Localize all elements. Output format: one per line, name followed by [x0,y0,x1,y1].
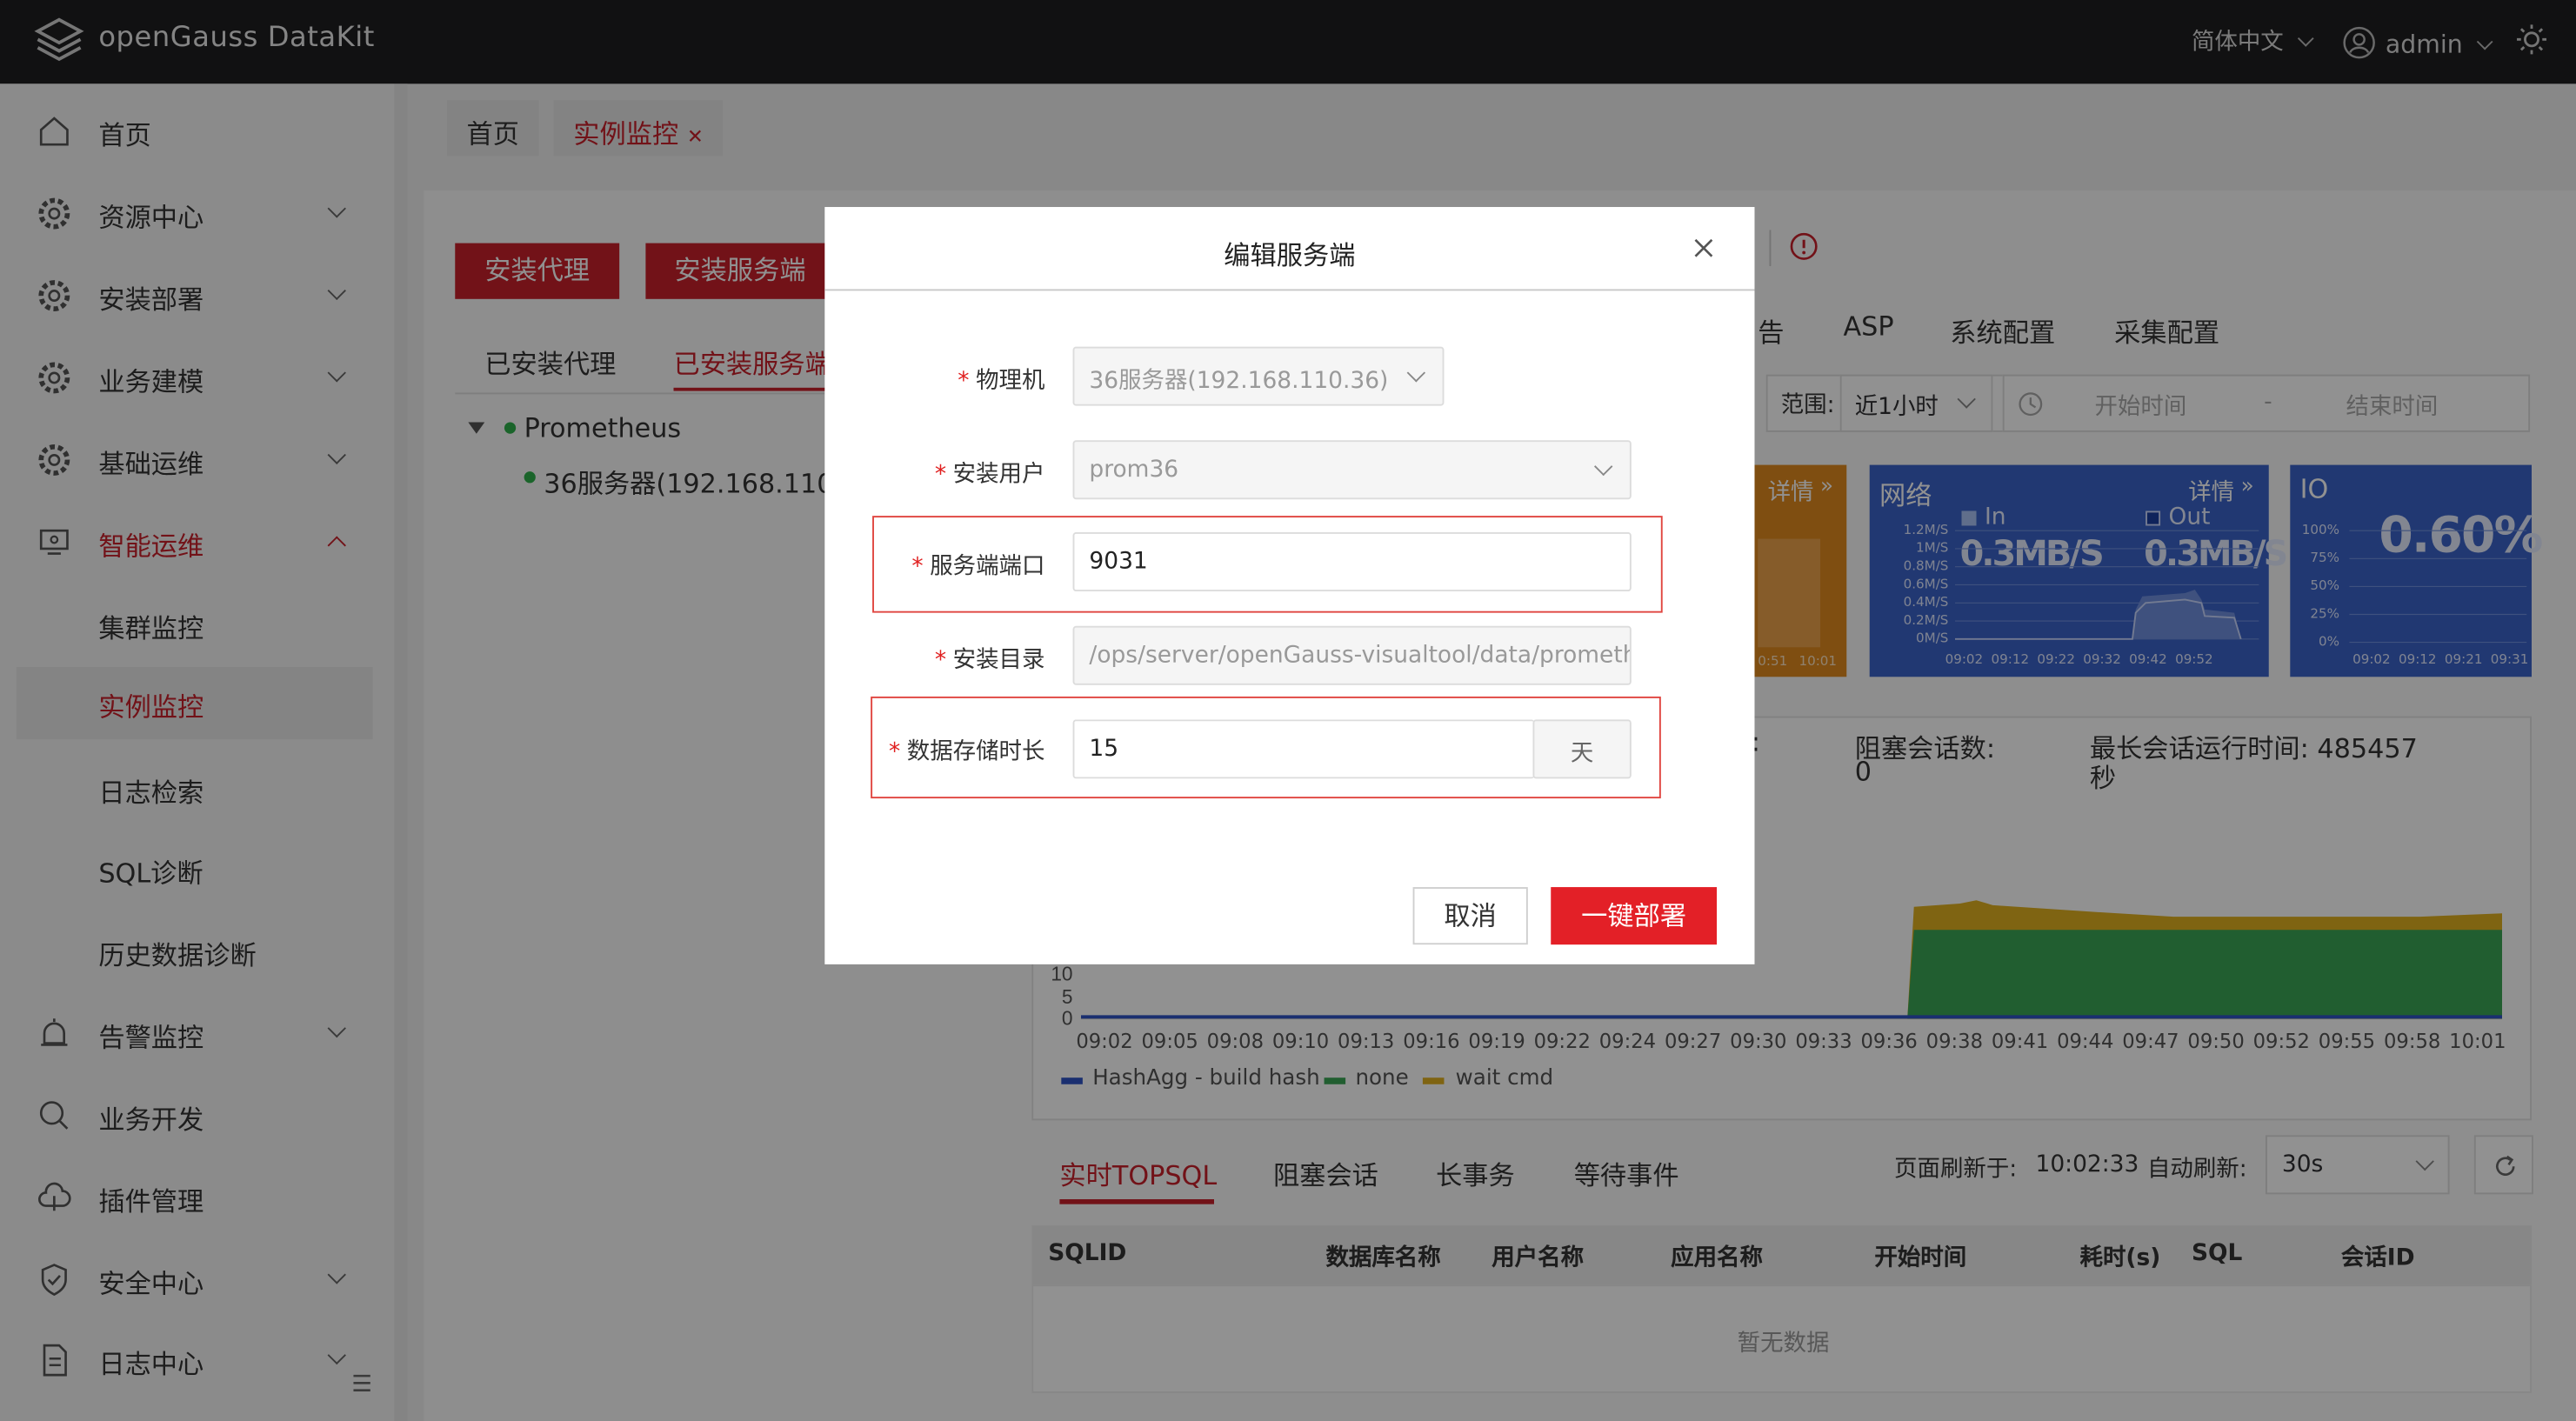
retention-input[interactable]: 15 [1072,719,1535,779]
cancel-button[interactable]: 取消 [1412,887,1528,945]
install-user-label-text: 安装用户 [952,461,1045,489]
install-dir-label: * 安装目录 [824,643,1045,676]
machine-value: 36服务器(192.168.110.36) [1089,368,1389,395]
retention-label: * 数据存储时长 [824,734,1044,767]
install-user-label: * 安装用户 [824,457,1045,490]
machine-select[interactable]: 36服务器(192.168.110.36) [1072,346,1445,406]
dialog-title: 编辑服务端 [1224,239,1356,271]
required-mark: * [934,647,947,674]
dialog-divider [824,289,1755,291]
server-port-input[interactable]: 9031 [1072,532,1632,592]
chevron-down-icon [1406,364,1426,383]
install-dir-input[interactable]: /ops/server/openGauss-visualtool/data/pr… [1072,625,1632,685]
install-dir-label-text: 安装目录 [952,647,1045,674]
edit-server-dialog: 编辑服务端 * 物理机 36服务器(192.168.110.36) * 安装用户 p… [824,207,1755,964]
required-mark: * [934,461,947,489]
chevron-down-icon [1594,457,1613,477]
required-mark: * [958,368,970,395]
machine-label-text: 物理机 [976,368,1045,395]
one-click-deploy-button[interactable]: 一键部署 [1551,887,1718,945]
retention-unit: 天 [1532,719,1632,779]
close-icon[interactable] [1692,237,1715,259]
retention-label-text: 数据存储时长 [906,739,1045,766]
server-port-label: * 服务端端口 [824,549,1044,582]
required-mark: * [911,553,924,580]
machine-label: * 物理机 [824,363,1044,396]
required-mark: * [888,739,901,766]
install-user-select[interactable]: prom36 [1072,440,1632,500]
server-port-label-text: 服务端端口 [930,553,1045,580]
install-user-value: prom36 [1089,457,1179,484]
